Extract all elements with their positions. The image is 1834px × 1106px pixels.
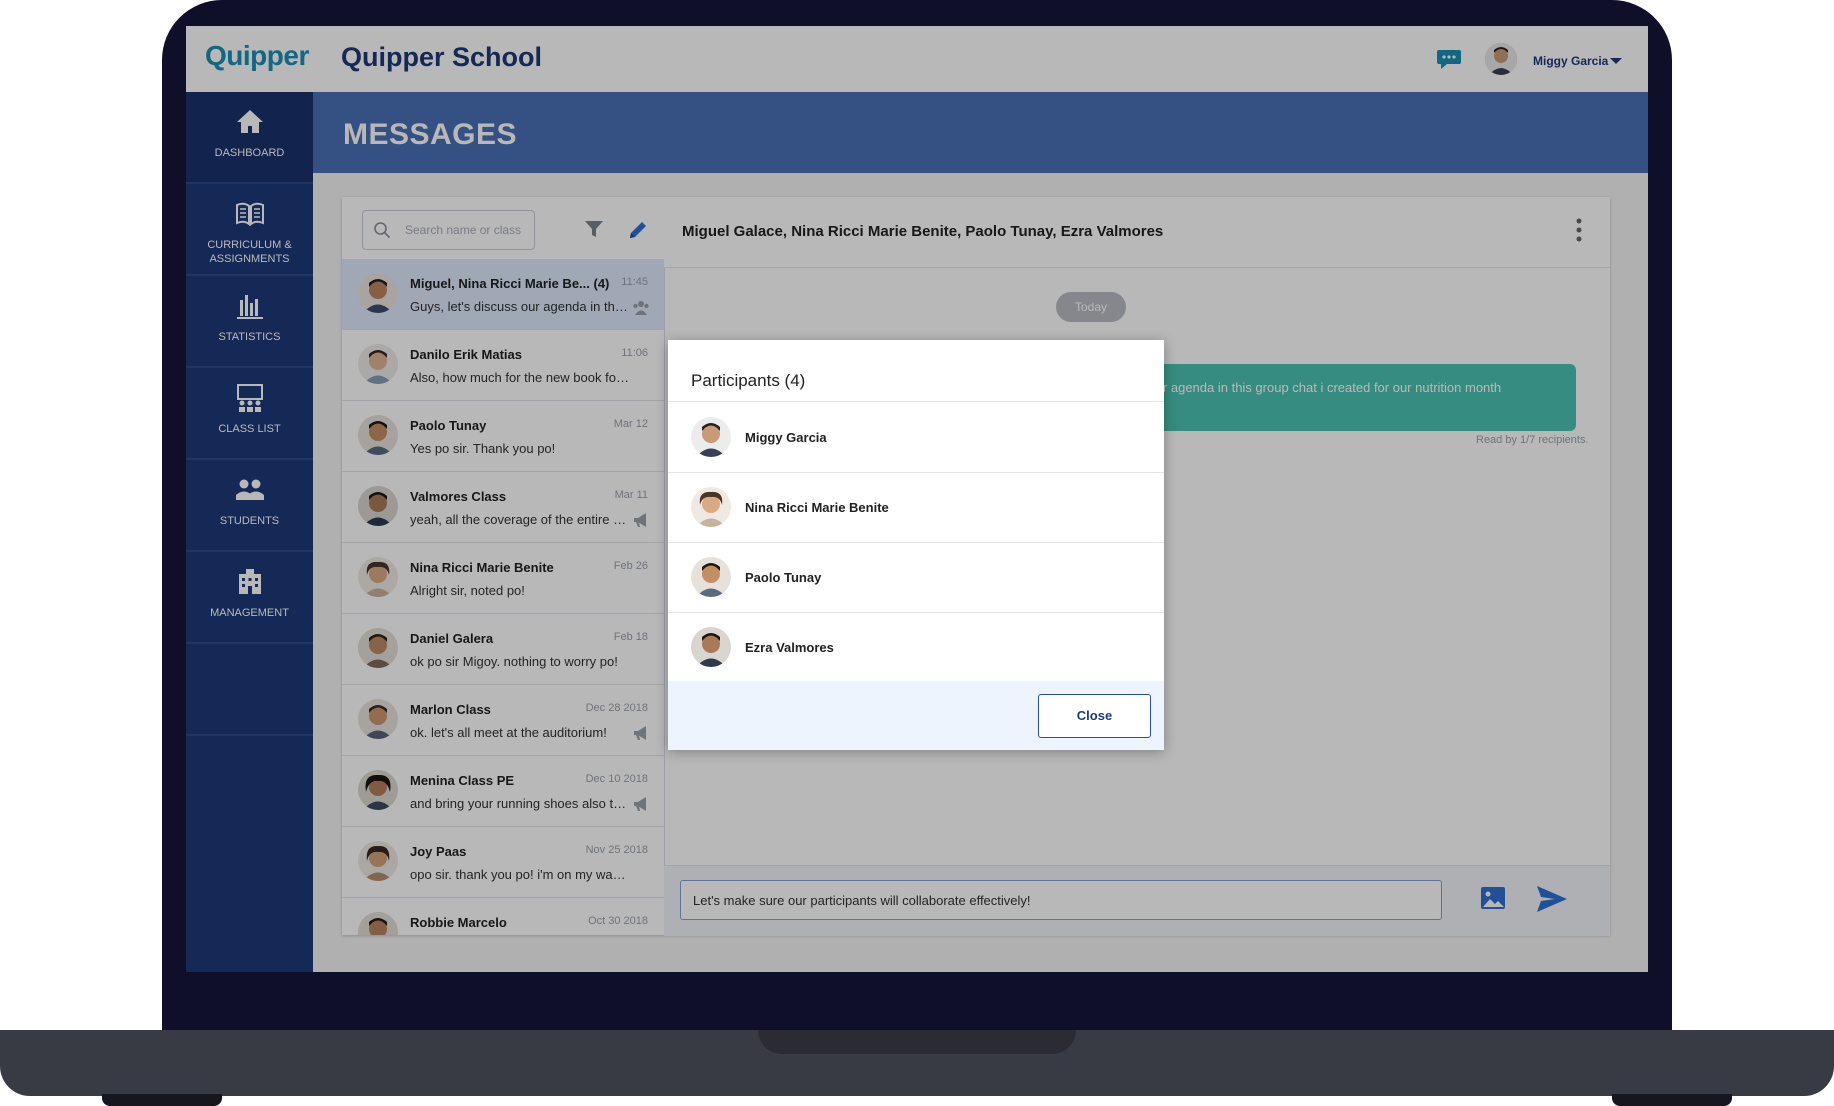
screen: Quipper Quipper School Miggy Garcia DASH… — [186, 26, 1648, 972]
modal-title: Participants (4) — [691, 371, 806, 390]
participant-name: Miggy Garcia — [745, 430, 827, 445]
avatar — [691, 417, 731, 457]
close-button[interactable]: Close — [1038, 694, 1151, 738]
participant-row: Nina Ricci Marie Benite — [668, 472, 1164, 543]
participant-name: Nina Ricci Marie Benite — [745, 500, 889, 515]
avatar — [691, 627, 731, 667]
participant-name: Ezra Valmores — [745, 640, 834, 655]
participants-modal: Participants (4) Miggy Garcia Nina Ricci… — [668, 340, 1164, 750]
participant-row: Miggy Garcia — [668, 402, 1164, 473]
laptop-notch — [758, 1030, 1076, 1054]
participant-name: Paolo Tunay — [745, 570, 822, 585]
avatar — [691, 487, 731, 527]
laptop-foot-left — [102, 1094, 222, 1106]
participant-row: Paolo Tunay — [668, 542, 1164, 613]
laptop-foot-right — [1612, 1094, 1732, 1106]
participant-row: Ezra Valmores — [668, 612, 1164, 683]
avatar — [691, 557, 731, 597]
